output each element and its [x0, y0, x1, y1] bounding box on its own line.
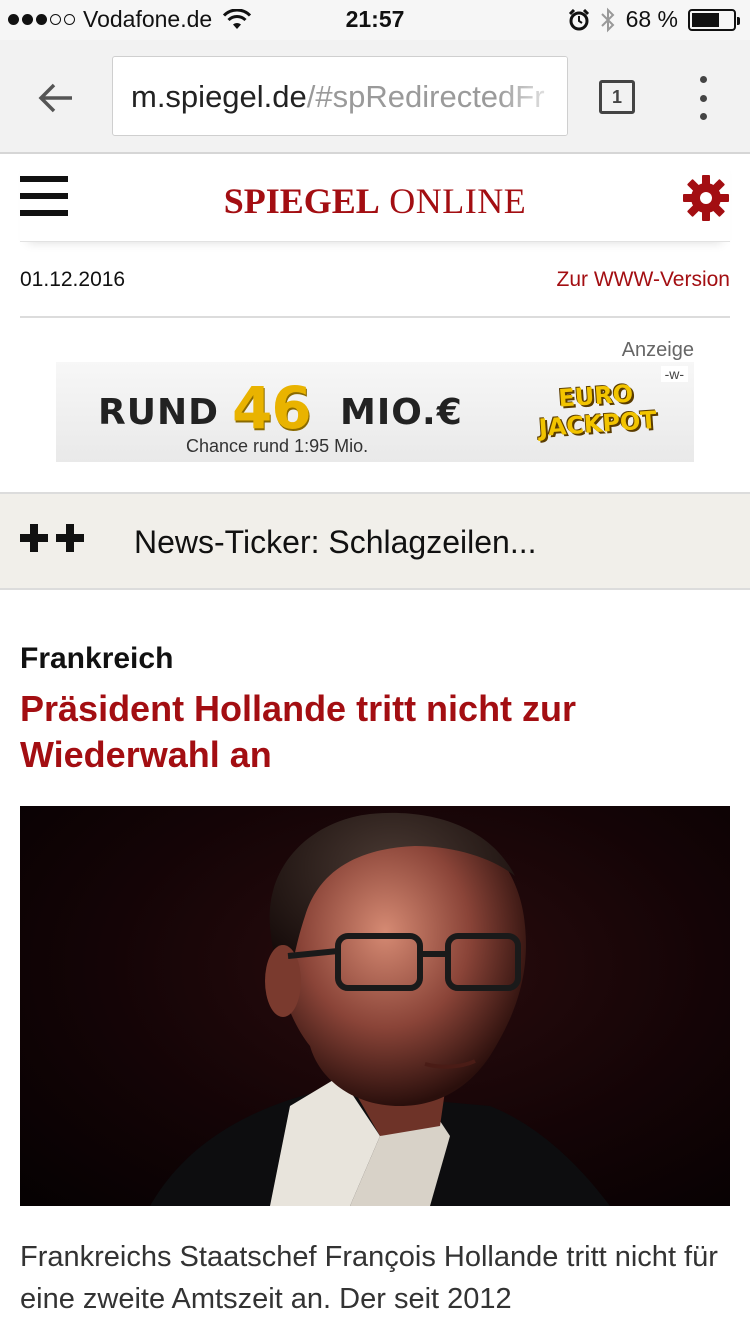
- alarm-icon: [568, 8, 589, 30]
- article-photo[interactable]: [20, 806, 730, 1206]
- site-logo[interactable]: SPIEGEL ONLINE: [20, 180, 730, 222]
- ad-chance-text: Chance rund 1:95 Mio.: [186, 436, 369, 456]
- browser-toolbar: m.spiegel.de/#spRedirectedFr 1: [0, 40, 750, 154]
- back-arrow-icon: [38, 83, 72, 113]
- double-plus-icon: [20, 524, 84, 552]
- tab-switcher-button[interactable]: 1: [599, 80, 635, 114]
- bluetooth-icon: [600, 7, 614, 32]
- article-kicker: Frankreich: [20, 642, 174, 675]
- news-ticker[interactable]: News-Ticker: Schlagzeilen...: [0, 492, 750, 590]
- url-host: m.spiegel.de: [131, 79, 307, 114]
- status-bar: Vodafone.de 21:57 68 %: [0, 0, 750, 40]
- ad-w-tag: -w-: [660, 366, 688, 382]
- logo-online: ONLINE: [389, 181, 527, 221]
- logo-spiegel: SPIEGEL: [223, 181, 380, 221]
- ad-banner[interactable]: -w- RUND 46 MIO.€ Chance rund 1:95 Mio. …: [56, 362, 694, 462]
- ticker-text: News-Ticker: Schlagzeilen...: [134, 524, 537, 560]
- overflow-menu-button[interactable]: [690, 76, 716, 120]
- gear-icon[interactable]: [682, 174, 730, 222]
- ad-word-rund: RUND: [98, 392, 219, 433]
- menu-dot-icon: [699, 113, 707, 120]
- article-headline[interactable]: Präsident Hollande tritt nicht zur Wiede…: [20, 686, 730, 778]
- battery-percent: 68 %: [625, 6, 678, 32]
- battery-icon: [688, 8, 740, 31]
- back-button[interactable]: [28, 70, 84, 126]
- ad-label: Anzeige: [621, 339, 694, 361]
- address-bar[interactable]: m.spiegel.de/#spRedirectedFr: [112, 56, 568, 136]
- ad-jackpot-number: 46: [232, 374, 312, 442]
- battery-fill: [692, 12, 720, 27]
- www-version-link[interactable]: Zur WWW-Version: [557, 268, 730, 292]
- eurojackpot-logo: EURO JACKPOT: [532, 378, 662, 449]
- current-date: 01.12.2016: [20, 268, 126, 291]
- status-right-group: 68 %: [568, 6, 740, 33]
- menu-dot-icon: [699, 76, 707, 83]
- article-teaser: Frankreichs Staatschef François Hollande…: [20, 1241, 718, 1315]
- ad-word-mio: MIO.€: [340, 392, 463, 433]
- menu-dot-icon: [699, 94, 707, 102]
- site-header: SPIEGEL ONLINE: [20, 156, 730, 242]
- date-row: 01.12.2016 Zur WWW-Version: [20, 258, 730, 318]
